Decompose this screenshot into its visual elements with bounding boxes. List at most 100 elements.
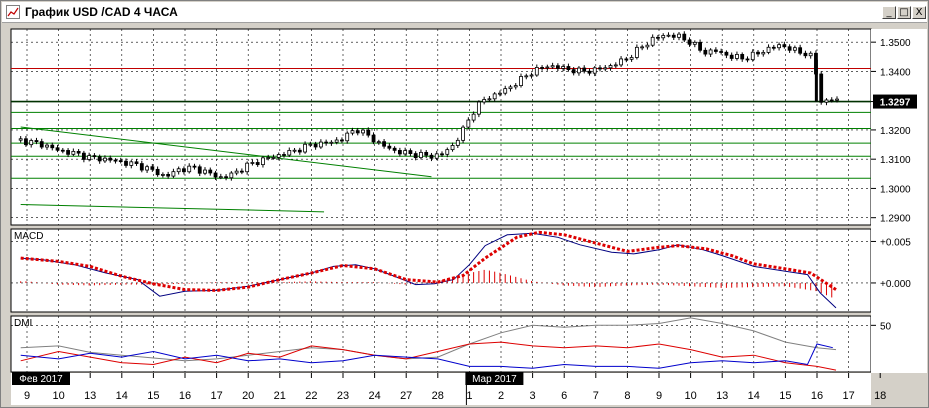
candle-body — [671, 34, 676, 38]
candle-body — [397, 149, 402, 155]
candle-body — [777, 44, 781, 49]
candle-body — [392, 147, 397, 151]
candle-body — [350, 130, 355, 134]
candle-body — [792, 47, 797, 51]
candle-body — [471, 113, 476, 121]
dmi-title: DMI — [14, 318, 32, 329]
candle-body — [34, 140, 39, 143]
candle-body — [619, 58, 623, 66]
candle-body — [719, 51, 724, 53]
macd-tick-label: +0.000 — [880, 279, 911, 290]
candle-body — [155, 168, 160, 176]
candle-body — [245, 162, 250, 173]
candle-body — [445, 149, 450, 155]
candle-body — [382, 141, 386, 147]
candle-body — [239, 170, 244, 173]
candle-body — [282, 154, 286, 156]
candle-body — [713, 49, 718, 52]
candle-body — [829, 99, 834, 102]
x-axis-label: 10 — [52, 390, 64, 402]
x-axis-label: 8 — [624, 390, 630, 402]
candle-body — [71, 150, 76, 155]
candle-body — [192, 165, 197, 168]
price-tick-label: 1.3000 — [880, 184, 911, 195]
x-axis-label: 24 — [368, 390, 380, 402]
x-axis-label: 22 — [305, 390, 317, 402]
candle-body — [482, 99, 487, 103]
x-axis-label: 13 — [716, 390, 728, 402]
candle-body — [129, 161, 134, 166]
candle-body — [592, 67, 597, 74]
month-label: Фев 2017 — [19, 374, 63, 385]
candle-body — [634, 46, 639, 58]
candle-body — [187, 165, 192, 173]
candle-body — [687, 39, 692, 45]
candle-body — [324, 141, 329, 144]
candle-body — [108, 157, 113, 161]
candle-body — [50, 144, 55, 149]
candle-body — [534, 67, 539, 76]
candle-body — [234, 170, 239, 174]
candle-body — [661, 35, 666, 39]
candle-body — [366, 129, 371, 136]
candle-body — [698, 41, 702, 51]
candle-body — [819, 73, 824, 103]
candle-body — [18, 138, 23, 141]
candle-body — [550, 65, 555, 68]
candle-body — [424, 151, 429, 156]
candle-body — [197, 166, 202, 174]
candle-body — [76, 150, 81, 154]
candle-body — [750, 51, 755, 61]
candle-body — [461, 126, 465, 141]
candle-body — [103, 157, 107, 162]
candle-body — [529, 74, 534, 77]
candle-body — [561, 66, 566, 69]
candle-body — [682, 33, 687, 41]
candle-body — [118, 160, 123, 163]
candle-body — [434, 153, 439, 159]
candle-body — [640, 46, 645, 49]
candle-body — [271, 157, 276, 159]
candle-body — [24, 138, 28, 146]
candle-body — [582, 67, 587, 72]
candle-body — [361, 129, 365, 134]
candle-body — [145, 166, 149, 171]
candle-body — [139, 163, 144, 171]
x-axis-label: 17 — [210, 390, 222, 402]
candle-body — [766, 46, 771, 53]
x-axis-label: 18 — [874, 390, 886, 402]
x-axis-label: 13 — [84, 390, 96, 402]
candle-body — [287, 150, 292, 156]
x-axis-label: 10 — [684, 390, 696, 402]
x-axis-label: 16 — [179, 390, 191, 402]
price-tick-label: 1.3100 — [880, 155, 911, 166]
candle-body — [303, 143, 307, 153]
candle-body — [624, 58, 629, 61]
candle-body — [650, 36, 655, 46]
candle-body — [771, 46, 776, 49]
candle-body — [466, 119, 471, 128]
candle-body — [677, 33, 681, 38]
candle-body — [814, 59, 818, 102]
x-axis-label: 28 — [432, 390, 444, 402]
candle-body — [703, 49, 708, 55]
candle-body — [782, 44, 787, 48]
candle-body — [803, 52, 808, 57]
candle-body — [266, 157, 271, 159]
candle-body — [613, 64, 618, 67]
current-price-label: 1.3297 — [880, 98, 911, 109]
x-axis-label: 15 — [779, 390, 791, 402]
candle-body — [492, 93, 497, 100]
candle-body — [408, 150, 413, 154]
candle-body — [39, 141, 44, 148]
candle-body — [761, 52, 766, 55]
candle-body — [566, 66, 571, 71]
candle-body — [60, 149, 65, 152]
month-label: Мар 2017 — [472, 374, 517, 385]
x-axis-label: 9 — [24, 390, 30, 402]
candle-body — [276, 154, 281, 158]
candle-body — [666, 34, 671, 37]
x-axis-label: 2 — [498, 390, 504, 402]
dmi-tick-label: 50 — [880, 321, 892, 332]
candle-body — [203, 169, 207, 174]
